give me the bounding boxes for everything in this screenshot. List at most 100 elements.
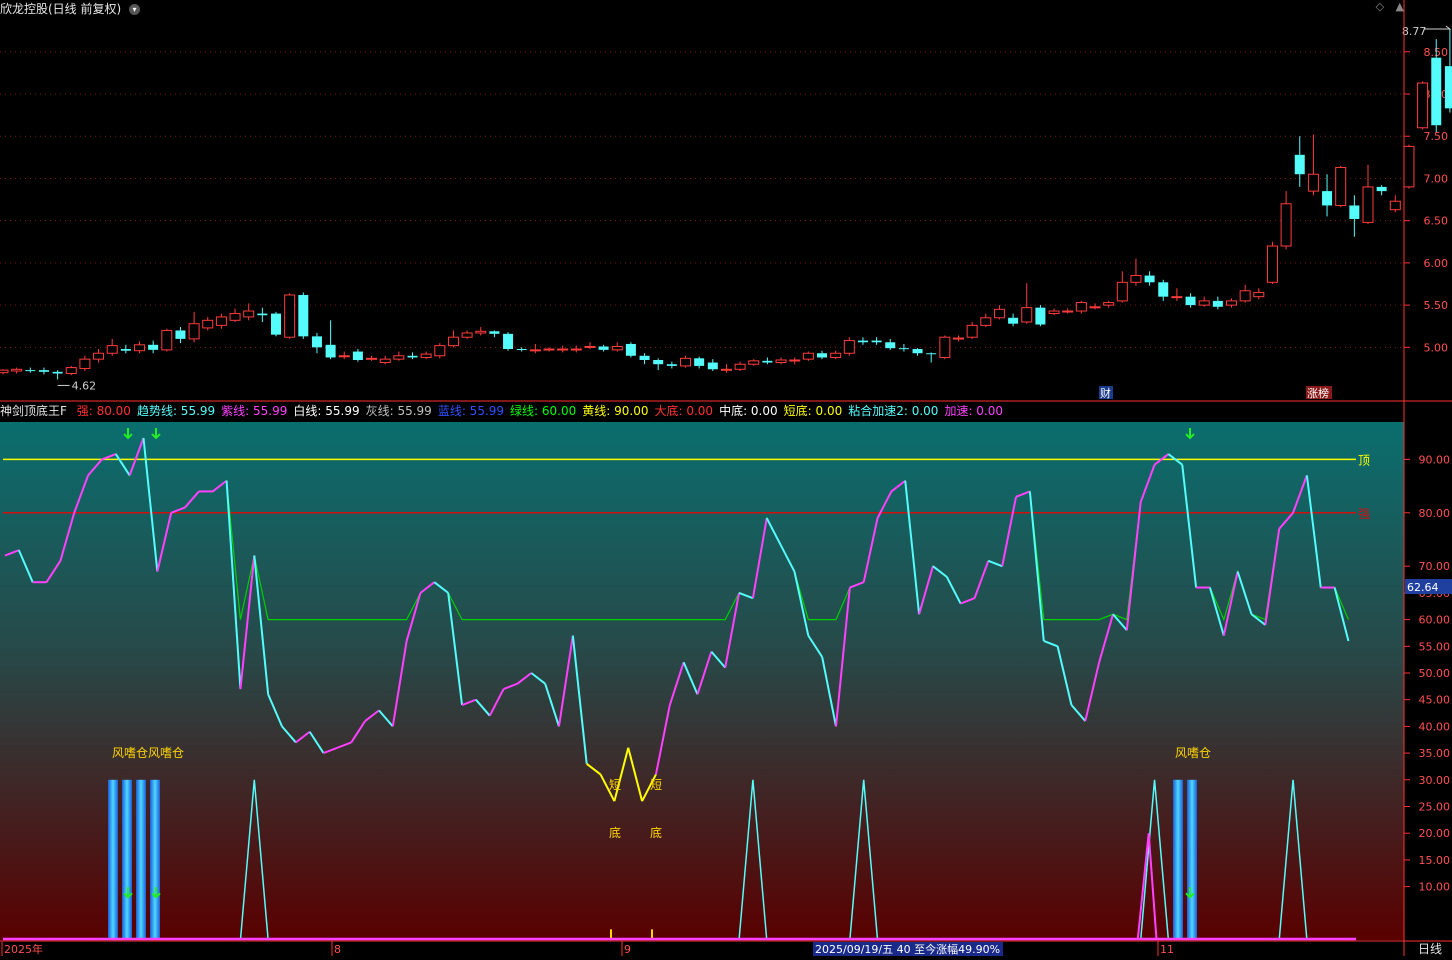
candle-body bbox=[284, 294, 296, 338]
candle-body bbox=[352, 351, 363, 360]
candle-body bbox=[188, 323, 200, 340]
candle-body bbox=[843, 340, 855, 354]
candle-body bbox=[1239, 290, 1251, 302]
candle-body bbox=[1035, 307, 1046, 325]
cai-badge-label: 财 bbox=[1100, 386, 1111, 400]
indicator-tick-label: 70.00 bbox=[1419, 560, 1451, 573]
candle-body bbox=[1417, 82, 1429, 129]
chart-svg[interactable]: 5.005.506.006.507.007.508.008.508.774.62… bbox=[0, 0, 1452, 956]
chart-stage[interactable]: 5.005.506.006.507.007.508.008.508.774.62… bbox=[0, 0, 1452, 956]
candle-body bbox=[775, 359, 787, 364]
chart-header: 欣龙控股(日线 前复权) ▾ bbox=[0, 0, 141, 16]
candle-body bbox=[148, 344, 159, 350]
price-panel: 5.005.506.006.507.007.508.008.508.774.62… bbox=[0, 0, 1452, 400]
candle-body bbox=[680, 357, 691, 367]
indicator-tick-label: 30.00 bbox=[1419, 774, 1451, 787]
date-label: 2025年 bbox=[4, 942, 43, 956]
bottom-label: 底 bbox=[609, 825, 621, 840]
signal-bar bbox=[150, 779, 160, 940]
candle-body bbox=[447, 336, 459, 347]
indicator-tick-label: 80.00 bbox=[1419, 507, 1451, 520]
price-tick-label: 6.50 bbox=[1424, 215, 1449, 228]
candle-body bbox=[1116, 281, 1128, 302]
candle-body bbox=[407, 355, 418, 358]
candle-body bbox=[393, 355, 405, 360]
candle-body bbox=[420, 353, 432, 358]
candle-body bbox=[734, 363, 746, 370]
price-tick-label: 7.00 bbox=[1424, 172, 1449, 185]
candle-body bbox=[79, 358, 91, 369]
candle-body bbox=[912, 349, 923, 354]
high-arrow bbox=[1423, 25, 1452, 30]
candle-body bbox=[570, 348, 582, 351]
date-label: 11 bbox=[1160, 943, 1174, 956]
date-label: 9 bbox=[624, 943, 631, 956]
candle-body bbox=[639, 355, 650, 360]
candle-body bbox=[830, 352, 842, 358]
indicator-param: 粘合加速2: 0.00 bbox=[848, 404, 939, 418]
candle-body bbox=[215, 316, 227, 326]
candle-body bbox=[871, 340, 882, 343]
candle-body bbox=[1075, 302, 1087, 312]
date-info: 2025/09/19/五 40 至今涨幅49.90% bbox=[815, 942, 1000, 956]
price-tick-label: 6.00 bbox=[1424, 257, 1449, 270]
signal-text: 风嗜仓风嗜仓 bbox=[112, 746, 184, 760]
signal-bar bbox=[1187, 779, 1197, 940]
indicator-tick-label: 40.00 bbox=[1419, 720, 1451, 733]
candle-body bbox=[65, 367, 77, 375]
candle-body bbox=[311, 336, 322, 348]
candle-body bbox=[434, 345, 446, 357]
indicator-tick-label: 10.00 bbox=[1419, 881, 1451, 894]
candle-body bbox=[557, 348, 569, 351]
indicator-tick-label: 50.00 bbox=[1419, 667, 1451, 680]
candle-body bbox=[1048, 310, 1060, 315]
candle-body bbox=[529, 349, 541, 352]
indicator-param: 中底: 0.00 bbox=[719, 404, 778, 418]
candle-body bbox=[202, 319, 214, 329]
chevron-down-icon[interactable]: ▾ bbox=[129, 4, 141, 15]
candle-body bbox=[175, 330, 186, 339]
indicator-tick-label: 45.00 bbox=[1419, 694, 1451, 707]
candle-body bbox=[0, 369, 9, 374]
candle-body bbox=[161, 329, 173, 351]
scroll-up-icon[interactable]: ▲ bbox=[1396, 0, 1404, 13]
price-tick-label: 7.50 bbox=[1424, 130, 1449, 143]
candle-body bbox=[503, 333, 514, 350]
candle-body bbox=[1376, 186, 1387, 192]
candle-body bbox=[748, 360, 760, 365]
indicator-tick-label: 90.00 bbox=[1419, 453, 1451, 466]
indicator-tick-label: 20.00 bbox=[1419, 827, 1451, 840]
candle-body bbox=[1130, 275, 1142, 283]
candle-body bbox=[1089, 306, 1101, 309]
candle-body bbox=[120, 349, 131, 351]
current-value-label: 62.64 bbox=[1407, 581, 1439, 594]
candle-body bbox=[257, 313, 268, 316]
candle-body bbox=[1062, 310, 1074, 313]
indicator-param: 大底: 0.00 bbox=[654, 404, 714, 418]
candle-body bbox=[817, 353, 827, 358]
candle-body bbox=[1280, 203, 1292, 247]
candle-body bbox=[885, 342, 896, 349]
indicator-tick-label: 35.00 bbox=[1419, 747, 1451, 760]
candle-body bbox=[1335, 166, 1347, 206]
candle-body bbox=[611, 345, 623, 351]
short-label: 短 bbox=[609, 778, 621, 792]
candle-body bbox=[1266, 245, 1278, 283]
candle-body bbox=[38, 370, 49, 372]
indicator-tick-label: 15.00 bbox=[1419, 854, 1451, 867]
chart-title: 欣龙控股(日线 前复权) bbox=[0, 2, 122, 16]
candle-body bbox=[379, 358, 391, 364]
indicator-param: 绿线: 60.00 bbox=[510, 404, 577, 418]
candle-body bbox=[1158, 282, 1169, 297]
bottom-label: 底 bbox=[650, 825, 662, 840]
diamond-icon[interactable]: ◇ bbox=[1376, 0, 1384, 13]
candle-body bbox=[707, 362, 718, 370]
price-background bbox=[0, 0, 1404, 400]
candle-body bbox=[1212, 300, 1223, 307]
indicator-tick-label: 25.00 bbox=[1419, 800, 1451, 813]
candle-body bbox=[1349, 205, 1360, 219]
candle-body bbox=[489, 331, 500, 334]
candle-body bbox=[93, 352, 105, 360]
candle-body bbox=[475, 330, 487, 334]
candle-body bbox=[898, 348, 909, 350]
